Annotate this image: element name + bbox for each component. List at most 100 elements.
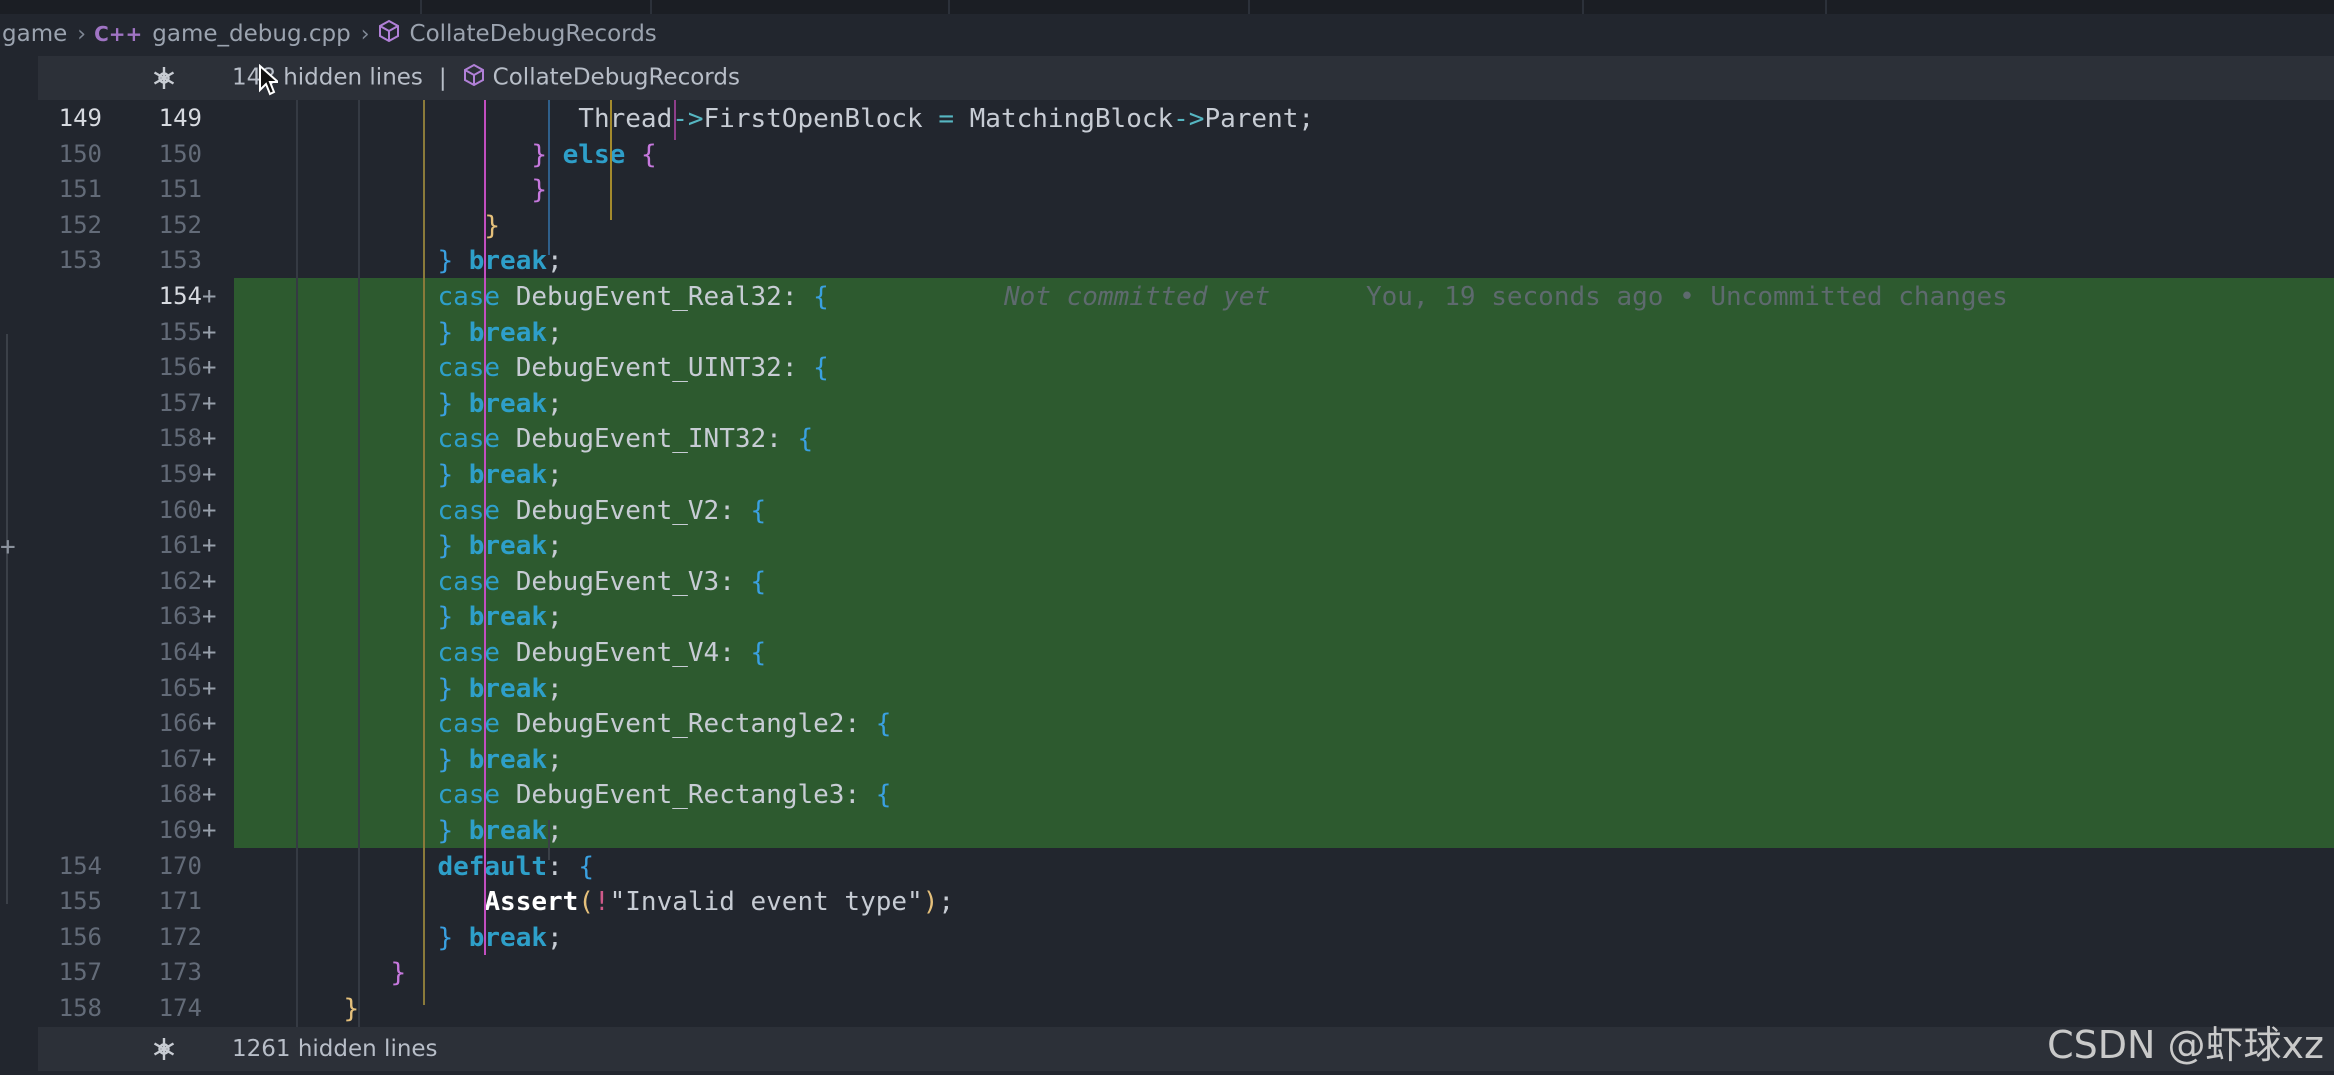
code-text[interactable]: } (484, 211, 500, 241)
breadcrumb-folder[interactable]: game (0, 21, 69, 47)
old-line-number[interactable]: 150 (40, 140, 102, 168)
code-text[interactable]: default: { (437, 852, 594, 882)
new-line-number[interactable]: 149 (130, 104, 202, 132)
new-line-number[interactable]: 173 (130, 958, 202, 986)
new-line-number[interactable]: 157 (130, 389, 202, 417)
folded-region-top[interactable]: 148 hidden lines | CollateDebugRecords (38, 56, 2334, 100)
old-line-number[interactable]: 156 (40, 923, 102, 951)
code-text[interactable]: case DebugEvent_V4: { (437, 638, 766, 668)
new-line-number[interactable]: 172 (130, 923, 202, 951)
code-text[interactable]: } break; (437, 318, 562, 348)
code-line[interactable]: 161 +} break; (0, 527, 2334, 563)
code-text[interactable]: } break; (437, 531, 562, 561)
code-text[interactable]: case DebugEvent_Rectangle3: { (437, 780, 891, 810)
code-line[interactable]: 151 151} (0, 171, 2334, 207)
code-text[interactable]: } (531, 175, 547, 205)
else-keyword: else (562, 139, 626, 170)
code-line[interactable]: 158 + case DebugEvent_INT32: { (0, 420, 2334, 456)
code-line[interactable]: 155 +} break; (0, 314, 2334, 350)
gear-icon[interactable] (150, 64, 178, 92)
code-text[interactable]: } (391, 958, 407, 988)
code-line[interactable]: 160 + case DebugEvent_V2: { (0, 492, 2334, 528)
code-line[interactable]: 165 +} break; (0, 670, 2334, 706)
code-line[interactable]: 154 170 default: { (0, 848, 2334, 884)
code-text[interactable]: } break; (437, 674, 562, 704)
code-line[interactable]: 166 + case DebugEvent_Rectangle2: { (0, 705, 2334, 741)
old-line-number[interactable]: 149 (40, 104, 102, 132)
code-line[interactable]: 167 +} break; (0, 741, 2334, 777)
code-text[interactable]: case DebugEvent_Rectangle2: { (437, 709, 891, 739)
new-line-number[interactable]: 155 (130, 318, 202, 346)
semicolon: ; (547, 317, 563, 348)
code-text[interactable]: } (344, 994, 360, 1024)
new-line-number[interactable]: 162 (130, 567, 202, 595)
code-line[interactable]: 150 150 } else { (0, 136, 2334, 172)
code-token: -> (1173, 104, 1205, 134)
new-line-number[interactable]: 170 (130, 852, 202, 880)
code-line[interactable]: 163 +} break; (0, 598, 2334, 634)
old-line-number[interactable]: 153 (40, 246, 102, 274)
code-editor[interactable]: 149 149 Thread->FirstOpenBlock = MatchingB… (0, 100, 2334, 1027)
code-line[interactable]: 155 171 Assert(!"Invalid event type"); (0, 883, 2334, 919)
code-text[interactable]: Thread->FirstOpenBlock = MatchingBlock->… (578, 104, 1314, 134)
old-line-number[interactable]: 152 (40, 211, 102, 239)
code-line[interactable]: 149 149 Thread->FirstOpenBlock = MatchingB… (0, 100, 2334, 136)
new-line-number[interactable]: 154 (130, 282, 202, 310)
code-text[interactable]: } break; (437, 816, 562, 846)
code-line[interactable]: 162 + case DebugEvent_V3: { (0, 563, 2334, 599)
code-text[interactable]: case DebugEvent_V2: { (437, 496, 766, 526)
code-line[interactable]: 153 153 } break; (0, 242, 2334, 278)
code-line[interactable]: 156 + case DebugEvent_UINT32: { (0, 349, 2334, 385)
new-line-number[interactable]: 156 (130, 353, 202, 381)
new-line-number[interactable]: 158 (130, 424, 202, 452)
new-line-number[interactable]: 153 (130, 246, 202, 274)
new-line-number[interactable]: 159 (130, 460, 202, 488)
code-text[interactable]: case DebugEvent_V3: { (437, 567, 766, 597)
colon: : (781, 353, 798, 384)
new-line-number[interactable]: 151 (130, 175, 202, 203)
code-text[interactable]: } break; (437, 460, 562, 490)
code-line[interactable]: 157 +} break; (0, 385, 2334, 421)
code-line[interactable]: 157 173} (0, 954, 2334, 990)
gear-icon[interactable] (150, 1035, 178, 1063)
new-line-number[interactable]: 160 (130, 496, 202, 524)
code-line[interactable]: 158 174} (0, 990, 2334, 1026)
new-line-number[interactable]: 152 (130, 211, 202, 239)
new-line-number[interactable]: 164 (130, 638, 202, 666)
folded-region-bottom[interactable]: 1261 hidden lines (38, 1027, 2334, 1071)
old-line-number[interactable]: 158 (40, 994, 102, 1022)
code-text[interactable]: case DebugEvent_INT32: { (437, 424, 813, 454)
new-line-number[interactable]: 171 (130, 887, 202, 915)
code-line[interactable]: 152 152} (0, 207, 2334, 243)
code-text[interactable]: } break; (437, 745, 562, 775)
new-line-number[interactable]: 167 (130, 745, 202, 773)
code-line[interactable]: 164 + case DebugEvent_V4: { (0, 634, 2334, 670)
code-text[interactable]: } break; (437, 923, 562, 953)
new-line-number[interactable]: 165 (130, 674, 202, 702)
old-line-number[interactable]: 154 (40, 852, 102, 880)
code-text[interactable]: } else { (531, 140, 656, 170)
code-text[interactable]: } break; (437, 246, 562, 276)
new-line-number[interactable]: 166 (130, 709, 202, 737)
code-text[interactable]: case DebugEvent_UINT32: { (437, 353, 828, 383)
new-line-number[interactable]: 161 (130, 531, 202, 559)
code-line[interactable]: 169 +} break; (0, 812, 2334, 848)
breadcrumb-symbol[interactable]: CollateDebugRecords (408, 21, 659, 47)
old-line-number[interactable]: 151 (40, 175, 102, 203)
new-line-number[interactable]: 169 (130, 816, 202, 844)
old-line-number[interactable]: 155 (40, 887, 102, 915)
code-text[interactable]: } break; (437, 602, 562, 632)
new-line-number[interactable]: 168 (130, 780, 202, 808)
new-line-number[interactable]: 174 (130, 994, 202, 1022)
code-line[interactable]: 156 172 } break; (0, 919, 2334, 955)
code-line[interactable]: 154 + case DebugEvent_Real32: {Not committ… (0, 278, 2334, 314)
code-text[interactable]: Assert(!"Invalid event type"); (484, 887, 954, 917)
code-text[interactable]: } break; (437, 389, 562, 419)
new-line-number[interactable]: 150 (130, 140, 202, 168)
old-line-number[interactable]: 157 (40, 958, 102, 986)
code-line[interactable]: 168 + case DebugEvent_Rectangle3: { (0, 776, 2334, 812)
code-text[interactable]: case DebugEvent_Real32: { (437, 282, 828, 312)
code-line[interactable]: 159 +} break; (0, 456, 2334, 492)
new-line-number[interactable]: 163 (130, 602, 202, 630)
breadcrumb-file[interactable]: game_debug.cpp (150, 21, 352, 47)
